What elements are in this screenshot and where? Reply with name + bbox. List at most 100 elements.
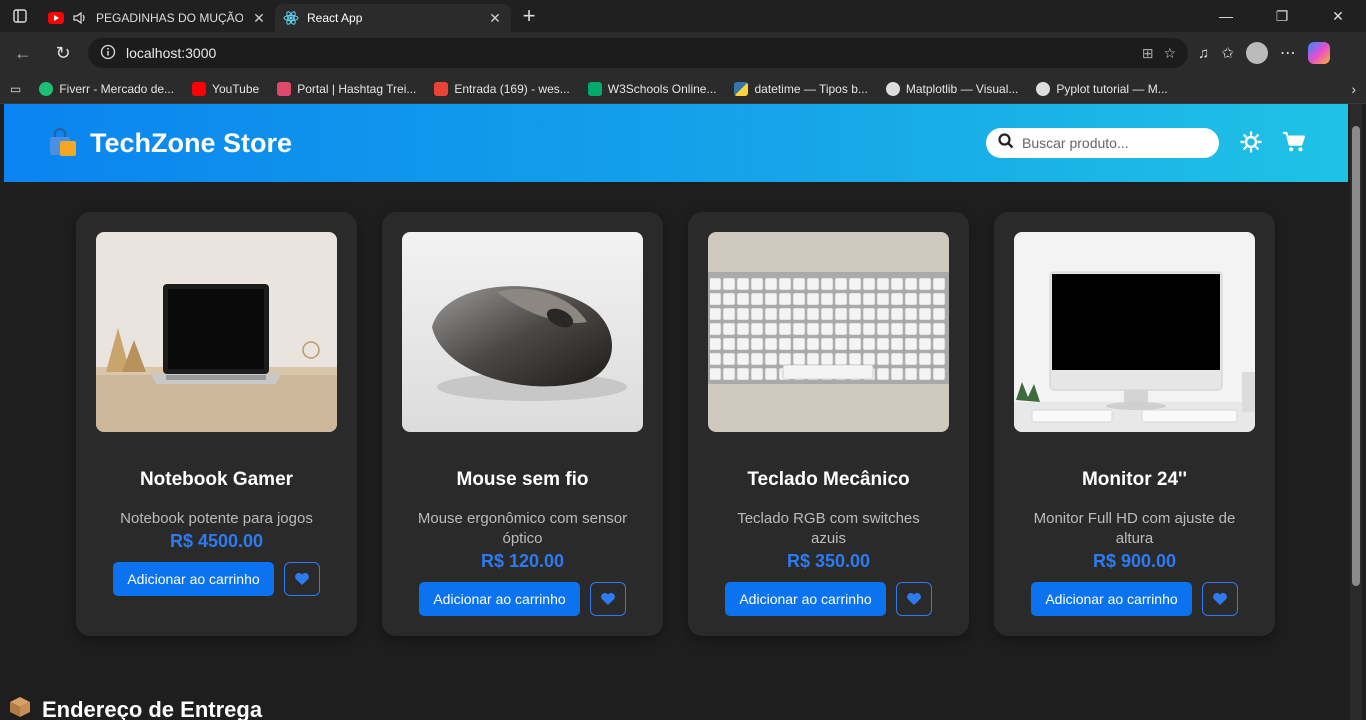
product-price: R$ 350.00	[786, 551, 871, 571]
product-description: Monitor Full HD com ajuste de altura	[1033, 510, 1236, 547]
tab-react-app[interactable]: React App ✕	[275, 4, 511, 32]
package-icon	[8, 696, 32, 720]
product-name: Monitor 24''	[1081, 469, 1188, 490]
address-bar[interactable]: localhost:3000 ⊞ ☆	[88, 38, 1188, 68]
favorites-icon[interactable]: ✩	[1221, 44, 1234, 62]
product-price: R$ 120.00	[480, 551, 565, 571]
w3schools-icon	[587, 81, 602, 96]
reload-icon[interactable]: ↻	[48, 38, 78, 68]
product-image-keyboard	[708, 232, 949, 432]
product-name: Mouse sem fio	[456, 469, 589, 490]
bookmark-label: Fiverr - Mercado de...	[59, 81, 175, 96]
address-section-label: Endereço de Entrega	[42, 697, 263, 720]
bookmark-label: datetime — Tipos b...	[754, 81, 868, 96]
minimize-icon[interactable]: —	[1198, 0, 1254, 32]
bookmark-youtube[interactable]: YouTube	[192, 81, 260, 96]
favorite-button[interactable]	[1201, 582, 1238, 616]
product-card: Mouse sem fio Mouse ergonômico com senso…	[382, 212, 663, 636]
bookmarks-bar: ▭ Fiverr - Mercado de... YouTube Portal …	[0, 74, 1366, 104]
add-to-cart-button[interactable]: Adicionar ao carrinho	[113, 562, 274, 596]
product-grid: Notebook Gamer Notebook potente para jog…	[76, 212, 1275, 636]
product-description: Teclado RGB com switches azuis	[737, 510, 920, 547]
hashtag-icon	[277, 81, 292, 96]
add-to-cart-button[interactable]: Adicionar ao carrinho	[419, 582, 580, 616]
audio-playing-icon[interactable]	[72, 10, 88, 26]
bookmark-label: Entrada (169) - wes...	[454, 81, 570, 96]
heart-icon	[600, 593, 615, 605]
page-scrollbar[interactable]	[1350, 104, 1362, 720]
favorite-button[interactable]	[589, 582, 626, 616]
restore-icon[interactable]: ❐	[1254, 0, 1310, 32]
python-icon	[734, 81, 749, 96]
tab-groups-icon[interactable]: ▭	[10, 82, 21, 96]
chevron-right-icon[interactable]: ›	[1351, 81, 1356, 97]
heart-icon	[906, 593, 921, 605]
store-title: TechZone Store	[90, 127, 293, 158]
apps-icon[interactable]: ⊞	[1142, 45, 1154, 62]
heart-icon	[1212, 593, 1227, 605]
matplotlib-icon	[1036, 81, 1051, 96]
product-description: Notebook potente para jogos	[120, 510, 313, 527]
address-toolbar: ← ↻ localhost:3000 ⊞ ☆ ♫ ✩ ⋯	[0, 32, 1366, 74]
cart-icon[interactable]	[1282, 130, 1306, 154]
search-box[interactable]	[986, 128, 1219, 158]
product-price: R$ 900.00	[1092, 551, 1177, 571]
product-price: R$ 4500.00	[169, 531, 264, 551]
product-name: Notebook Gamer	[139, 469, 294, 490]
product-image-laptop	[96, 232, 337, 432]
youtube-favicon-icon	[48, 10, 64, 26]
bookmark-matplotlib[interactable]: Matplotlib — Visual...	[885, 81, 1019, 96]
copilot-icon[interactable]	[1307, 42, 1330, 64]
bookmark-label: Portal | Hashtag Trei...	[297, 81, 417, 96]
bookmark-fiverr[interactable]: Fiverr - Mercado de...	[39, 81, 175, 96]
new-tab-button[interactable]: +	[511, 0, 547, 32]
youtube-icon	[192, 81, 207, 96]
bookmark-datetime[interactable]: datetime — Tipos b...	[734, 81, 868, 96]
favorite-button[interactable]	[895, 582, 932, 616]
bookmark-gmail[interactable]: Entrada (169) - wes...	[434, 81, 570, 96]
matplotlib-icon	[885, 81, 900, 96]
product-image-mouse	[402, 232, 643, 432]
add-to-cart-button[interactable]: Adicionar ao carrinho	[725, 582, 886, 616]
theme-toggle-sun-icon[interactable]	[1239, 130, 1263, 154]
bookmark-w3schools[interactable]: W3Schools Online...	[587, 81, 716, 96]
back-icon[interactable]: ←	[8, 38, 38, 68]
close-tab-icon[interactable]: ✕	[487, 10, 503, 27]
profile-avatar-icon[interactable]	[1245, 42, 1268, 64]
tab-actions-icon[interactable]	[0, 0, 40, 32]
bookmark-hashtag[interactable]: Portal | Hashtag Trei...	[277, 81, 417, 96]
bookmark-label: Pyplot tutorial — M...	[1056, 81, 1168, 96]
scrollbar-thumb[interactable]	[1352, 126, 1360, 586]
search-input[interactable]	[1022, 135, 1202, 151]
bookmark-pyplot[interactable]: Pyplot tutorial — M...	[1036, 81, 1168, 96]
favorite-star-icon[interactable]: ☆	[1163, 45, 1176, 62]
product-image-monitor	[1014, 232, 1255, 432]
tab-pegadinhas[interactable]: PEGADINHAS DO MUÇÃO 🔹 ✕	[40, 4, 275, 32]
fiverr-icon	[39, 81, 54, 96]
site-info-icon[interactable]	[100, 44, 116, 63]
store-header: TechZone Store	[4, 104, 1348, 182]
add-to-cart-button[interactable]: Adicionar ao carrinho	[1031, 582, 1192, 616]
react-favicon-icon	[283, 10, 299, 26]
favorite-button[interactable]	[283, 562, 320, 596]
read-aloud-icon[interactable]: ♫	[1198, 45, 1209, 62]
product-description: Mouse ergonômico com sensor óptico	[417, 510, 628, 547]
bookmark-label: YouTube	[212, 81, 260, 96]
more-options-icon[interactable]: ⋯	[1280, 43, 1296, 63]
tab-title: PEGADINHAS DO MUÇÃO 🔹	[96, 11, 243, 25]
product-card: Notebook Gamer Notebook potente para jog…	[76, 212, 357, 636]
product-name: Teclado Mecânico	[747, 469, 910, 490]
bookmark-label: Matplotlib — Visual...	[905, 81, 1019, 96]
product-card: Monitor 24'' Monitor Full HD com ajuste …	[994, 212, 1275, 636]
close-tab-icon[interactable]: ✕	[251, 10, 267, 27]
address-section-title: Endereço de Entrega	[8, 696, 262, 720]
tab-strip: PEGADINHAS DO MUÇÃO 🔹 ✕ React App ✕ + — …	[0, 0, 1366, 32]
product-card: Teclado Mecânico Teclado RGB com switche…	[688, 212, 969, 636]
tab-title: React App	[307, 11, 363, 25]
page-viewport: TechZone Store Buscar produto... Noteboo…	[4, 104, 1348, 720]
shopping-bag-icon	[46, 128, 78, 158]
url-text: localhost:3000	[126, 45, 217, 61]
gmail-icon	[434, 81, 449, 96]
search-icon	[998, 132, 1014, 154]
close-window-icon[interactable]: ✕	[1310, 0, 1366, 32]
